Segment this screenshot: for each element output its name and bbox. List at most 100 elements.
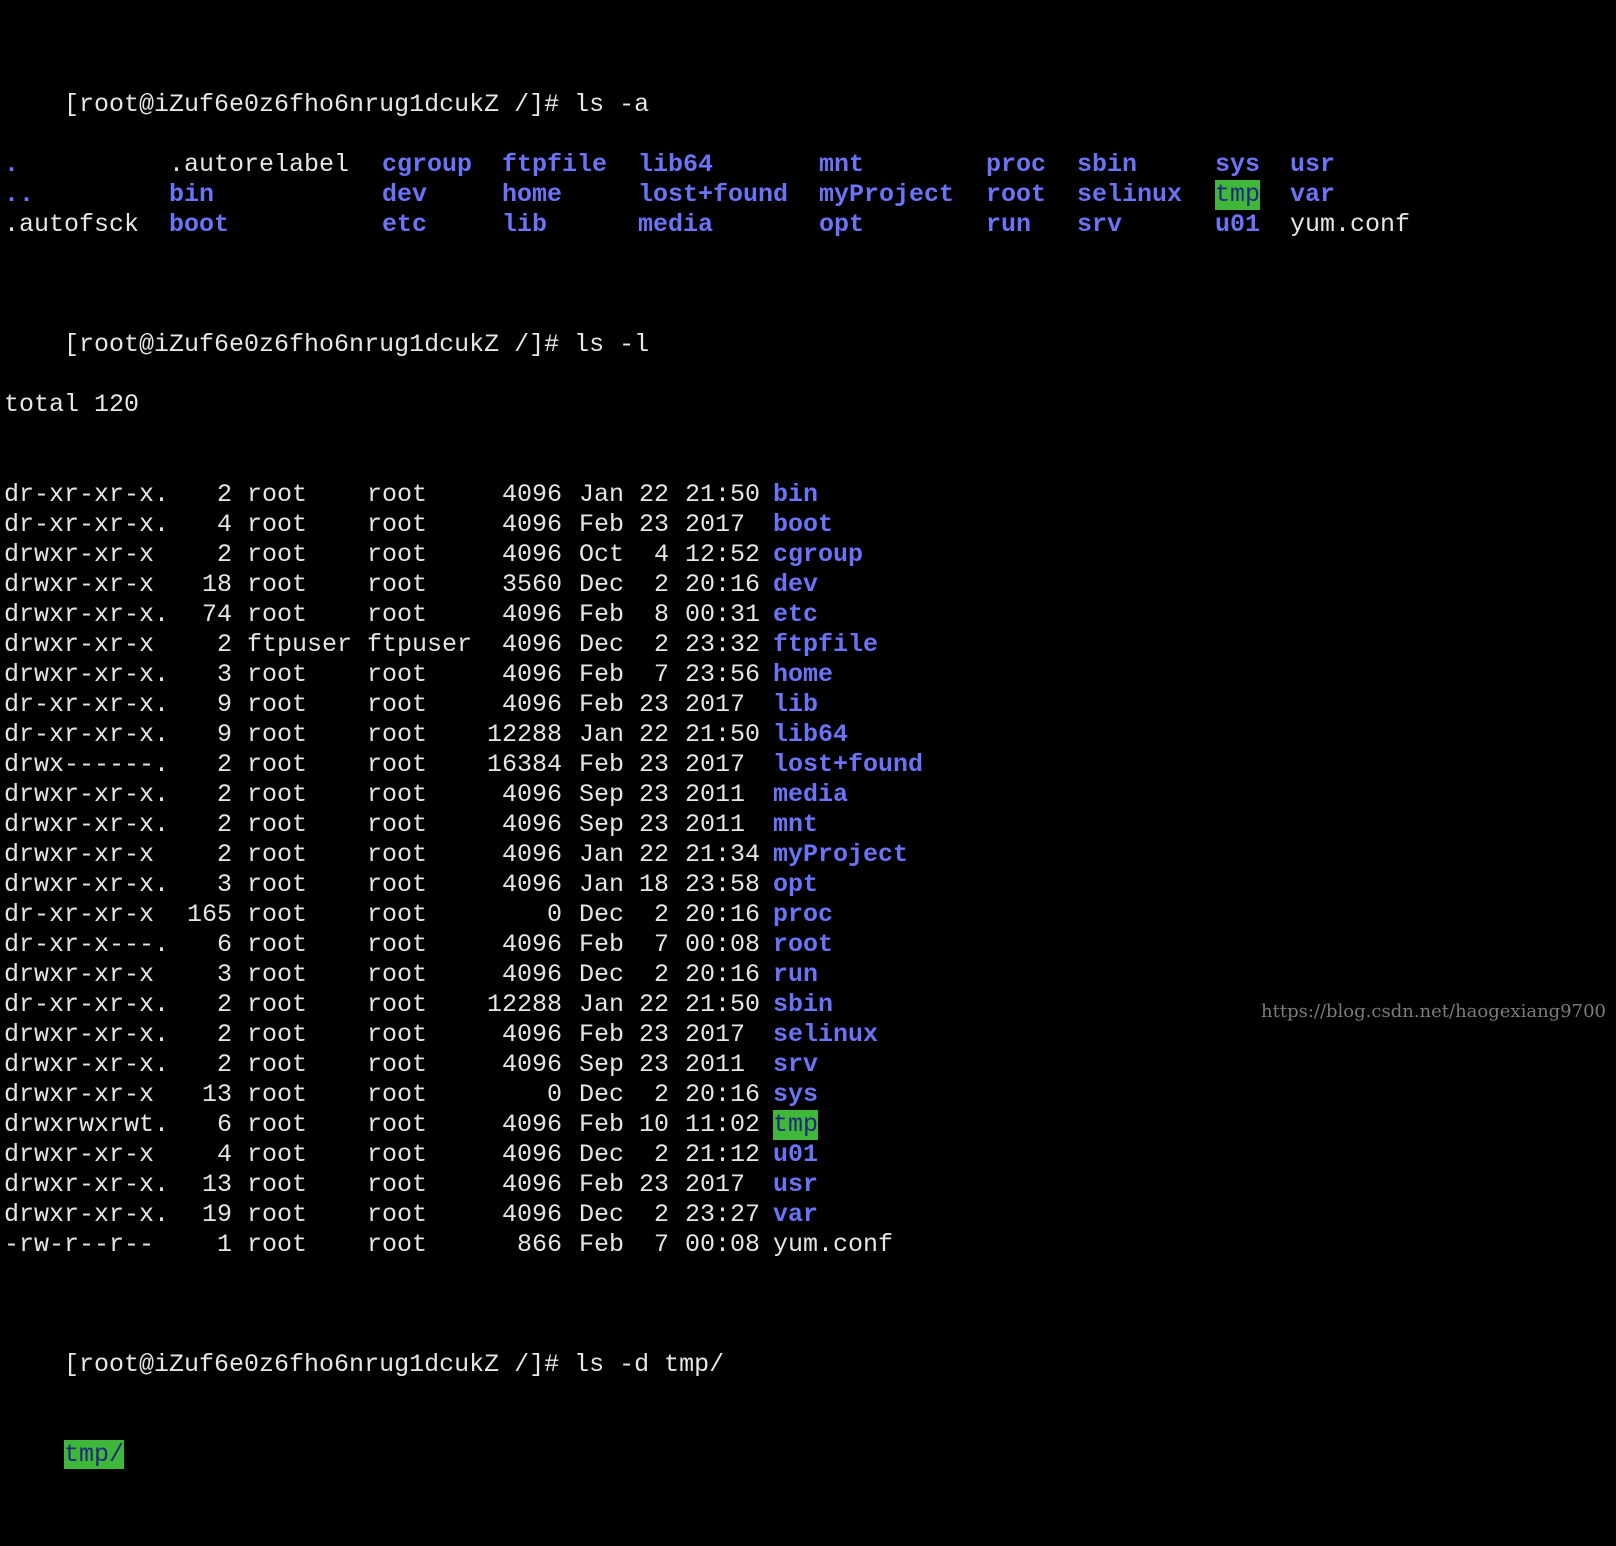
- ls-l-row: dr-xr-xr-x. 2 root root 4096 Jan 22 21:50 bin: [4, 480, 818, 510]
- col-perm: drwxr-xr-x.: [4, 1170, 170, 1199]
- col-size: 866: [516, 1230, 562, 1259]
- dir-name: run: [773, 960, 819, 989]
- col-size: 16384: [487, 750, 563, 779]
- dir-name: proc: [773, 900, 834, 929]
- col-perm: dr-xr-xr-x.: [4, 990, 170, 1019]
- col-group: root: [367, 750, 428, 779]
- col-mon: Dec: [579, 570, 625, 599]
- col-size: 4096: [501, 930, 562, 959]
- dir-name: lost+found: [773, 750, 924, 779]
- dir-entry-tmp: tmp/: [64, 1440, 125, 1469]
- dir-entry: media: [638, 210, 714, 239]
- col-mon: Sep: [579, 1050, 625, 1079]
- col-user: root: [247, 1080, 308, 1109]
- col-links: 2: [216, 630, 232, 659]
- col-time: 00:08: [685, 1230, 761, 1259]
- col-perm: drwx------.: [4, 750, 170, 779]
- col-group: root: [367, 570, 428, 599]
- col-links: 1: [216, 1230, 232, 1259]
- terminal-output[interactable]: [root@iZuf6e0z6fho6nrug1dcukZ /]# ls -a …: [4, 0, 1410, 1546]
- col-size: 4096: [501, 810, 562, 839]
- ls-l-row: dr-xr-xr-x 165 root root 0 Dec 2 20:16 proc: [4, 900, 833, 930]
- dir-entry: lib64: [638, 150, 714, 179]
- command: ls -l: [574, 330, 650, 359]
- col-time: 21:50: [685, 720, 761, 749]
- col-user: root: [247, 540, 308, 569]
- col-links: 9: [216, 720, 232, 749]
- col-size: 4096: [501, 630, 562, 659]
- col-user: root: [247, 570, 308, 599]
- col-time: 20:16: [685, 570, 761, 599]
- col-links: 4: [216, 510, 232, 539]
- col-group: root: [367, 720, 428, 749]
- col-time: 21:34: [685, 840, 761, 869]
- col-mon: Jan: [579, 480, 625, 509]
- dir-entry: lib: [502, 210, 548, 239]
- col-mon: Dec: [579, 900, 625, 929]
- col-user: root: [247, 960, 308, 989]
- col-perm: drwxrwxrwt.: [4, 1110, 170, 1139]
- col-mon: Feb: [579, 510, 625, 539]
- col-size: 4096: [501, 690, 562, 719]
- ls-d-output: tmp/: [4, 1410, 724, 1469]
- col-group: root: [367, 990, 428, 1019]
- col-size: 4096: [501, 600, 562, 629]
- col-perm: drwxr-xr-x: [4, 1140, 155, 1169]
- col-day: 2: [653, 1200, 669, 1229]
- col-user: root: [247, 870, 308, 899]
- col-time: 23:27: [685, 1200, 761, 1229]
- ls-l-row: drwxr-xr-x. 19 root root 4096 Dec 2 23:27 var: [4, 1200, 818, 1230]
- col-perm: dr-xr-xr-x.: [4, 510, 170, 539]
- command-line-current[interactable]: [root@iZuf6e0z6fho6nrug1dcukZ /]#: [4, 1500, 724, 1516]
- ls-l-row: drwxr-xr-x. 2 root root 4096 Feb 23 2017 selinux: [4, 1020, 878, 1050]
- col-links: 3: [216, 660, 232, 689]
- dir-name: sbin: [773, 990, 834, 1019]
- dir-entry: boot: [169, 210, 230, 239]
- col-time: 11:02: [685, 1110, 761, 1139]
- dir-entry: bin: [169, 180, 215, 209]
- ls-a-row: .autofsck boot etc lib media opt run srv u01 yum.…: [4, 210, 1410, 240]
- col-links: 4: [216, 1140, 232, 1169]
- col-day: 23: [638, 1050, 669, 1079]
- col-size: 4096: [501, 1050, 562, 1079]
- col-links: 2: [216, 780, 232, 809]
- col-links: 2: [216, 1050, 232, 1079]
- col-perm: drwxr-xr-x: [4, 540, 155, 569]
- col-mon: Feb: [579, 1230, 625, 1259]
- col-perm: drwxr-xr-x: [4, 840, 155, 869]
- col-day: 23: [638, 750, 669, 779]
- col-mon: Oct: [579, 540, 625, 569]
- col-perm: drwxr-xr-x.: [4, 600, 170, 629]
- col-perm: drwxr-xr-x: [4, 960, 155, 989]
- dir-name: ftpfile: [773, 630, 879, 659]
- col-mon: Dec: [579, 1200, 625, 1229]
- col-perm: drwxr-xr-x.: [4, 1050, 170, 1079]
- ls-l-row: drwxr-xr-x 13 root root 0 Dec 2 20:16 sys: [4, 1080, 818, 1110]
- col-group: root: [367, 840, 428, 869]
- ls-l-row: dr-xr-x---. 6 root root 4096 Feb 7 00:08 root: [4, 930, 833, 960]
- dir-entry: selinux: [1077, 180, 1183, 209]
- col-day: 2: [653, 900, 669, 929]
- command-line-ls-a: [root@iZuf6e0z6fho6nrug1dcukZ /]# ls -a: [4, 60, 724, 119]
- col-time: 21:50: [685, 990, 761, 1019]
- col-size: 4096: [501, 510, 562, 539]
- col-user: root: [247, 510, 308, 539]
- ls-l-row: drwxr-xr-x. 2 root root 4096 Sep 23 2011 media: [4, 780, 848, 810]
- col-perm: drwxr-xr-x.: [4, 870, 170, 899]
- col-group: root: [367, 780, 428, 809]
- ls-l-row: drwxr-xr-x. 74 root root 4096 Feb 8 00:31 etc: [4, 600, 818, 630]
- col-links: 9: [216, 690, 232, 719]
- col-day: 23: [638, 690, 669, 719]
- prompt: [root@iZuf6e0z6fho6nrug1dcukZ /]#: [64, 1350, 560, 1379]
- col-time: 21:12: [685, 1140, 761, 1169]
- col-user: root: [247, 1200, 308, 1229]
- col-group: root: [367, 1140, 428, 1169]
- dir-entry: dev: [382, 180, 428, 209]
- col-day: 2: [653, 1140, 669, 1169]
- col-perm: dr-xr-xr-x: [4, 900, 155, 929]
- col-day: 10: [638, 1110, 669, 1139]
- dir-name: mnt: [773, 810, 819, 839]
- col-time: 2017: [685, 690, 746, 719]
- col-day: 22: [638, 480, 669, 509]
- total-line: total 120: [4, 390, 140, 419]
